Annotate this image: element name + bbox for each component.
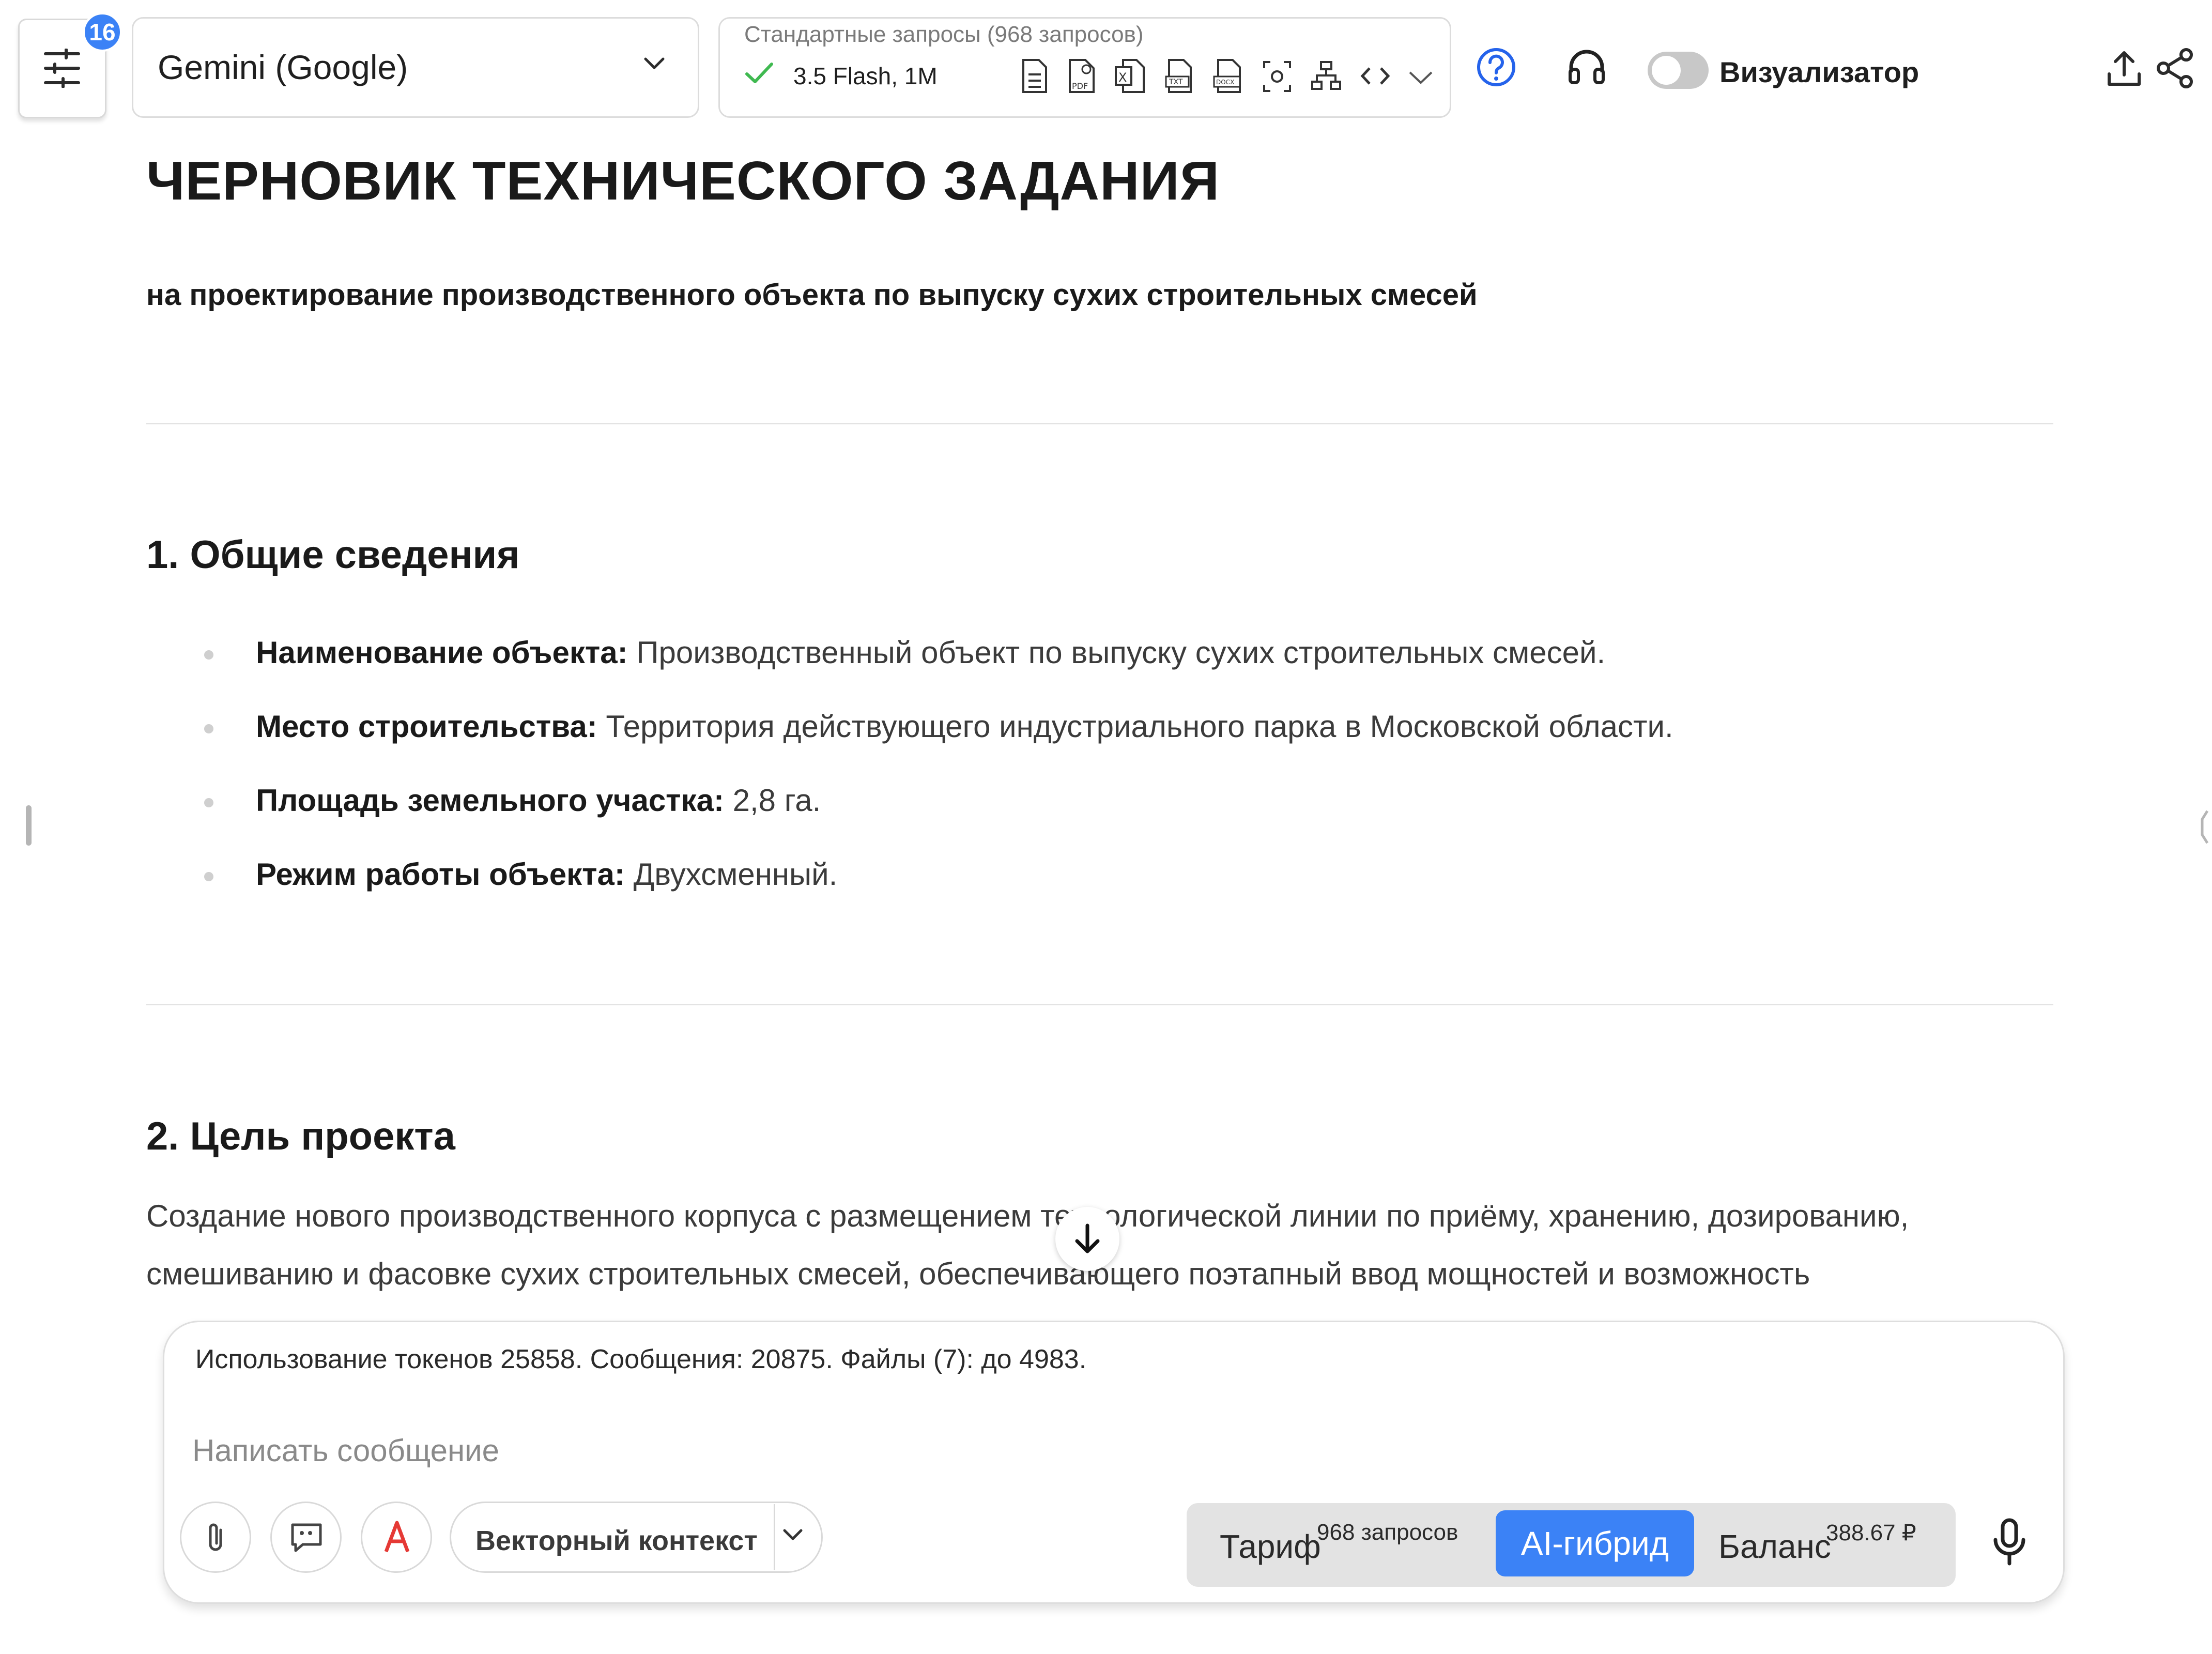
scroll-down-button[interactable] [1055,1207,1119,1271]
paragraph-line: Создание нового производственного корпус… [146,1199,1909,1233]
section-heading: 2. Цель проекта [146,1114,455,1158]
tariff-option[interactable]: Тариф [1220,1527,1321,1566]
message-input[interactable] [191,1427,1330,1474]
txt-icon[interactable]: TXT [1163,58,1195,94]
excel-icon[interactable]: X [1114,58,1146,94]
bullet-icon [204,798,213,807]
notification-badge: 16 [83,12,122,52]
chevron-down-icon[interactable] [781,1527,804,1543]
chat-quote-icon [291,1523,322,1552]
bullet-icon [204,724,213,733]
chevron-down-icon[interactable] [643,57,665,70]
divider [146,1004,2053,1005]
chevron-down-icon[interactable] [1405,58,1437,94]
document-title: ЧЕРНОВИК ТЕХНИЧЕСКОГО ЗАДАНИЯ [146,150,1220,211]
pdf-icon[interactable]: PDF [1066,58,1098,94]
attach-button[interactable] [180,1502,251,1573]
upload-icon[interactable] [2106,49,2142,88]
share-icon[interactable] [2155,48,2194,89]
docx-icon[interactable]: DOCX [1212,58,1244,94]
item-value: 2,8 га. [724,783,821,818]
vector-context-label: Векторный контекст [475,1525,758,1556]
letter-a-icon [384,1521,410,1553]
right-panel-handle[interactable] [2199,809,2209,845]
balance-amount: 388.67 ₽ [1826,1520,1916,1545]
token-usage-text: Использование токенов 25858. Сообщения: … [195,1344,1087,1374]
list-item: Наименование объекта: Производственный о… [204,635,1606,670]
toggle-knob [1652,56,1681,85]
item-label: Наименование объекта: [256,635,628,670]
svg-text:X: X [1118,70,1127,85]
prompts-button[interactable] [270,1502,342,1573]
help-icon[interactable] [1476,47,1517,88]
document-subtitle: на проектирование производственного объе… [146,278,1478,312]
item-label: Площадь земельного участка: [256,783,724,818]
list-item: Место строительства: Территория действую… [204,709,1673,744]
svg-text:TXT: TXT [1169,78,1183,86]
check-icon [745,63,773,83]
svg-text:PDF: PDF [1072,81,1088,91]
microphone-icon[interactable] [1991,1517,2027,1567]
sliders-icon [44,49,80,88]
item-label: Место строительства: [256,709,597,744]
requests-model: 3.5 Flash, 1M [793,63,938,89]
bullet-icon [204,872,213,881]
headset-icon[interactable] [1566,47,1607,90]
code-icon[interactable] [1359,58,1391,94]
doc-icon[interactable] [1018,58,1050,94]
ai-hybrid-button[interactable]: AI-гибрид [1496,1510,1694,1576]
paperclip-icon [209,1523,222,1551]
paragraph-line: смешиванию и фасовке сухих строительных … [146,1257,1810,1291]
screenshot-icon[interactable] [1261,58,1293,94]
list-item: Площадь земельного участка: 2,8 га. [204,783,821,818]
left-panel-handle[interactable] [26,805,32,846]
select-divider [774,1504,775,1570]
section-heading: 1. Общие сведения [146,533,520,577]
font-style-button[interactable] [361,1502,432,1573]
tariff-requests: 968 запросов [1317,1520,1458,1545]
model-name: Gemini (Google) [158,48,408,86]
balance-option[interactable]: Баланс [1718,1527,1831,1566]
item-value: Двухсменный. [624,857,838,892]
item-value: Производственный объект по выпуску сухих… [627,635,1606,670]
requests-title: Стандартные запросы (968 запросов) [744,22,1144,47]
item-label: Режим работы объекта: [256,857,625,892]
svg-text:DOCX: DOCX [1216,79,1234,86]
visualizer-label: Визуализатор [1719,56,1919,88]
diagram-icon[interactable] [1310,58,1342,94]
item-value: Территория действующего индустриального … [597,709,1673,744]
list-item: Режим работы объекта: Двухсменный. [204,856,838,892]
bullet-icon [204,650,213,660]
arrow-down-icon [1075,1223,1100,1253]
divider [146,423,2053,424]
